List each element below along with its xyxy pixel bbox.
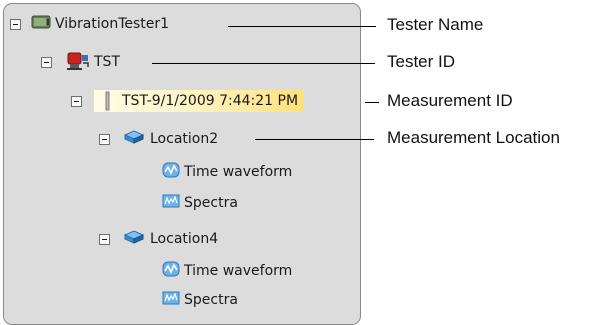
callout-line <box>152 63 375 64</box>
callout-measurement-id: Measurement ID <box>387 91 513 110</box>
tree-node-spectra[interactable]: Spectra <box>162 191 238 215</box>
tree-node-tester[interactable]: VibrationTester1 <box>10 12 169 36</box>
spectra-icon <box>162 192 180 214</box>
callout-measurement-location: Measurement Location <box>387 128 560 147</box>
tester-device-icon <box>66 49 90 75</box>
time-waveform-label: Time waveform <box>184 263 293 279</box>
tree-node-time-waveform[interactable]: Time waveform <box>162 160 292 184</box>
tree-node-spectra[interactable]: Spectra <box>162 288 238 312</box>
monitor-icon <box>31 14 51 34</box>
waveform-icon <box>162 260 180 282</box>
collapse-toggle[interactable] <box>71 95 82 107</box>
collapse-toggle[interactable] <box>99 233 110 245</box>
spectra-label: Spectra <box>184 292 238 308</box>
collapse-toggle[interactable] <box>99 133 110 145</box>
location-label: Location2 <box>150 131 219 147</box>
location-label: Location4 <box>150 231 219 247</box>
spectra-label: Spectra <box>184 195 238 211</box>
selected-highlight: TST-9/1/2009 7:44:21 PM <box>94 90 305 112</box>
callout-line <box>365 102 379 103</box>
location-cube-icon <box>122 128 146 150</box>
tree-node-measurement[interactable]: TST-9/1/2009 7:44:21 PM <box>71 89 305 113</box>
tree-node-tester-id[interactable]: TST <box>41 50 120 74</box>
callout-tester-name: Tester Name <box>387 15 484 34</box>
collapse-toggle[interactable] <box>41 56 52 68</box>
tree-node-location[interactable]: Location4 <box>99 227 218 251</box>
waveform-icon <box>162 161 180 183</box>
callout-line <box>228 26 376 27</box>
tree-node-time-waveform[interactable]: Time waveform <box>162 259 292 283</box>
measurement-label: TST-9/1/2009 7:44:21 PM <box>122 93 299 109</box>
location-cube-icon <box>122 228 146 250</box>
measurement-marker-icon <box>102 91 116 111</box>
tester-name-label: VibrationTester1 <box>55 16 170 32</box>
spectra-icon <box>162 289 180 311</box>
tester-id-label: TST <box>94 54 120 70</box>
time-waveform-label: Time waveform <box>184 164 293 180</box>
collapse-toggle[interactable] <box>10 18 21 30</box>
callout-line <box>255 139 374 140</box>
callout-tester-id: Tester ID <box>387 52 456 71</box>
tree-node-location[interactable]: Location2 <box>99 127 218 151</box>
